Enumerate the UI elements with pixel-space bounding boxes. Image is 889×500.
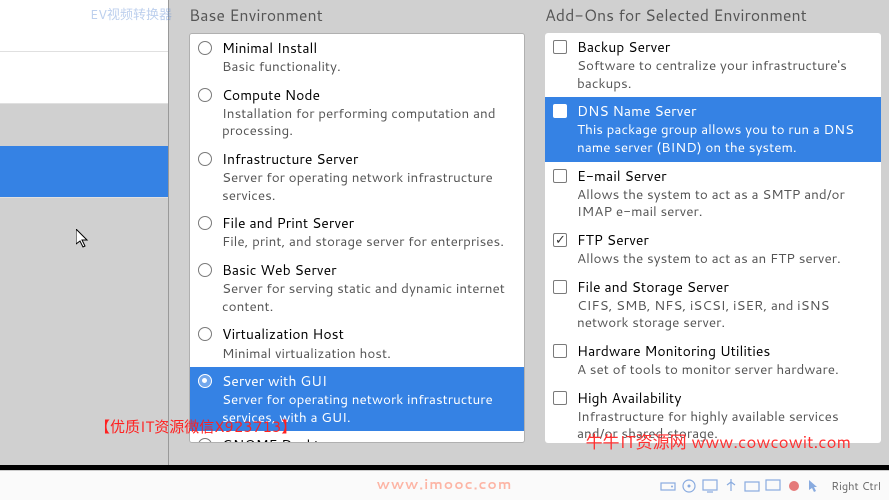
option-description: Server for serving static and dynamic in… — [222, 280, 514, 315]
network-icon — [701, 477, 719, 495]
option-description: Installation for performing computation … — [222, 105, 514, 140]
option-title: Backup Server — [577, 38, 871, 56]
option-description: CIFS, SMB, NFS, iSCSI, iSER, and iSNS ne… — [577, 297, 871, 332]
option-title: Server with GUI — [222, 372, 514, 390]
usb-icon — [722, 477, 740, 495]
option-title: Minimal Install — [222, 39, 514, 57]
base-env-column: Base Environment Minimal InstallBasic fu… — [189, 4, 525, 465]
option-description: Server for operating network infrastruct… — [222, 169, 514, 204]
recording-icon — [785, 477, 803, 495]
checkbox[interactable] — [553, 391, 567, 405]
option-title: FTP Server — [577, 231, 871, 249]
radio-button[interactable] — [198, 327, 212, 341]
disc-icon — [680, 477, 698, 495]
base-env-option[interactable]: Virtualization Host Minimal virtualizatio… — [190, 320, 524, 367]
spoke-item[interactable] — [0, 52, 168, 104]
display-icon — [764, 477, 782, 495]
watermark-bottom: www.imooc.com — [377, 474, 513, 494]
left-sidebar — [0, 0, 169, 465]
option-description: Minimal virtualization host. — [222, 345, 514, 363]
option-title: GNOME Desktop — [222, 436, 514, 443]
base-env-option[interactable]: Infrastructure ServerServer for operatin… — [190, 145, 524, 209]
base-env-heading: Base Environment — [189, 4, 525, 27]
base-env-option[interactable]: Minimal InstallBasic functionality. — [190, 34, 524, 81]
option-description: Allows the system to act as a SMTP and/o… — [577, 186, 871, 221]
option-description: This package group allows you to run a D… — [577, 121, 871, 156]
option-title: Compute Node — [222, 86, 514, 104]
option-description: Software to centralize your infrastructu… — [577, 57, 871, 92]
addon-option[interactable]: Hardware Monitoring UtilitiesA set of to… — [545, 337, 881, 384]
base-env-option[interactable]: File and Print ServerFile, print, and st… — [190, 209, 524, 256]
option-description: Allows the system to act as an FTP serve… — [577, 250, 871, 268]
host-key-label: Right Ctrl — [831, 478, 881, 494]
watermark-bottomright: 牛牛IT资源网 www.cowcowit.com — [586, 428, 851, 454]
addon-option[interactable]: File and Storage ServerCIFS, SMB, NFS, i… — [545, 273, 881, 337]
option-title: High Availability — [577, 389, 871, 407]
radio-button[interactable] — [198, 374, 212, 388]
radio-button[interactable] — [198, 41, 212, 55]
addon-option[interactable]: Backup ServerSoftware to centralize your… — [545, 33, 881, 97]
radio-button[interactable] — [198, 152, 212, 166]
checkbox[interactable] — [553, 169, 567, 183]
radio-button[interactable] — [198, 263, 212, 277]
option-description: File, print, and storage server for ente… — [222, 233, 514, 251]
shared-folder-icon — [743, 477, 761, 495]
option-title: File and Print Server — [222, 214, 514, 232]
mouse-integration-icon — [806, 477, 824, 495]
addons-column: Add-Ons for Selected Environment Backup … — [545, 4, 881, 465]
checkbox[interactable] — [553, 280, 567, 294]
checkbox[interactable] — [553, 233, 567, 247]
option-title: E-mail Server — [577, 167, 871, 185]
radio-button[interactable] — [198, 88, 212, 102]
installer-window: Base Environment Minimal InstallBasic fu… — [0, 0, 889, 465]
addons-list[interactable]: Backup ServerSoftware to centralize your… — [545, 33, 881, 443]
option-title: Basic Web Server — [222, 261, 514, 279]
option-description: A set of tools to monitor server hardwar… — [577, 361, 871, 379]
spoke-item-active[interactable] — [0, 146, 168, 198]
addon-option[interactable]: E-mail ServerAllows the system to act as… — [545, 162, 881, 226]
main-content: Base Environment Minimal InstallBasic fu… — [169, 0, 889, 465]
option-title: Virtualization Host — [222, 325, 514, 343]
option-title: Hardware Monitoring Utilities — [577, 342, 871, 360]
radio-button[interactable] — [198, 216, 212, 230]
watermark-topright: EV视频转换器 — [90, 4, 172, 24]
radio-button[interactable] — [198, 438, 212, 443]
checkbox[interactable] — [553, 40, 567, 54]
hdd-icon — [659, 477, 677, 495]
addons-heading: Add-Ons for Selected Environment — [545, 4, 881, 27]
option-title: DNS Name Server — [577, 102, 871, 120]
base-env-option[interactable]: Compute NodeInstallation for performing … — [190, 81, 524, 145]
addon-option[interactable]: DNS Name ServerThis package group allows… — [545, 97, 881, 161]
checkbox[interactable] — [553, 344, 567, 358]
option-description: Basic functionality. — [222, 58, 514, 76]
base-env-list[interactable]: Minimal InstallBasic functionality.Compu… — [189, 33, 525, 443]
option-title: Infrastructure Server — [222, 150, 514, 168]
addon-option[interactable]: FTP ServerAllows the system to act as an… — [545, 226, 881, 273]
checkbox[interactable] — [553, 104, 567, 118]
watermark-red-text: 【优质IT资源微信X923713】 — [95, 416, 296, 437]
option-title: File and Storage Server — [577, 278, 871, 296]
base-env-option[interactable]: Basic Web ServerServer for serving stati… — [190, 256, 524, 320]
